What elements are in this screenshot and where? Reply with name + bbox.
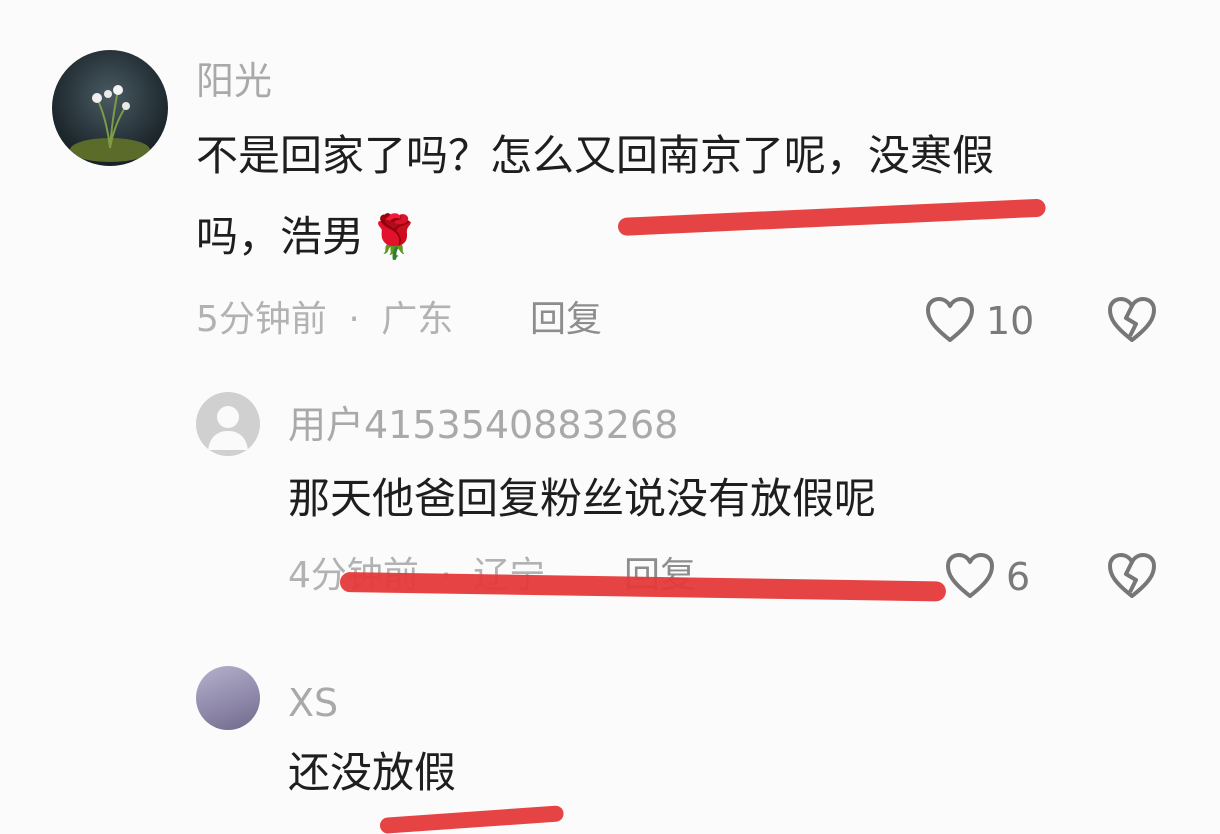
comment-text: 还没放假 (288, 748, 457, 797)
meta-separator: · (348, 299, 360, 340)
heart-outline-icon[interactable] (924, 296, 976, 344)
default-avatar-icon[interactable] (196, 392, 260, 456)
comment-text-line1: 不是回家了吗？怎么又回南京了呢，没寒假 (196, 131, 995, 180)
comment-username[interactable]: 阳光 (196, 62, 272, 100)
red-underline-mark-1 (617, 198, 1046, 236)
reply-button[interactable]: 回复 (530, 302, 602, 338)
comment-text-line2: 吗，浩男🌹 (196, 216, 420, 258)
broken-heart-icon[interactable] (1106, 296, 1158, 344)
broken-heart-icon[interactable] (1106, 552, 1158, 600)
comment-text-line2-words: 吗，浩男 (196, 212, 365, 261)
rose-emoji: 🌹 (368, 212, 421, 261)
comment-text: 那天他爸回复粉丝说没有放假呢 (288, 474, 877, 523)
flower-avatar-image (52, 50, 168, 166)
comment-time: 5分钟前 (196, 299, 327, 340)
comment-username[interactable]: XS (288, 684, 338, 722)
like-count: 6 (1006, 555, 1031, 599)
avatar-yangguang[interactable] (52, 50, 168, 166)
red-underline-mark-3 (379, 805, 565, 834)
comment-location: 广东 (381, 299, 454, 340)
heart-outline-icon[interactable] (944, 552, 996, 600)
red-underline-mark-2 (339, 572, 947, 602)
avatar-xs[interactable] (196, 666, 260, 730)
like-count: 10 (986, 299, 1035, 343)
comment-meta: 5分钟前 · 广东 (196, 302, 453, 338)
comment-username[interactable]: 用户4153540883268 (288, 406, 678, 444)
